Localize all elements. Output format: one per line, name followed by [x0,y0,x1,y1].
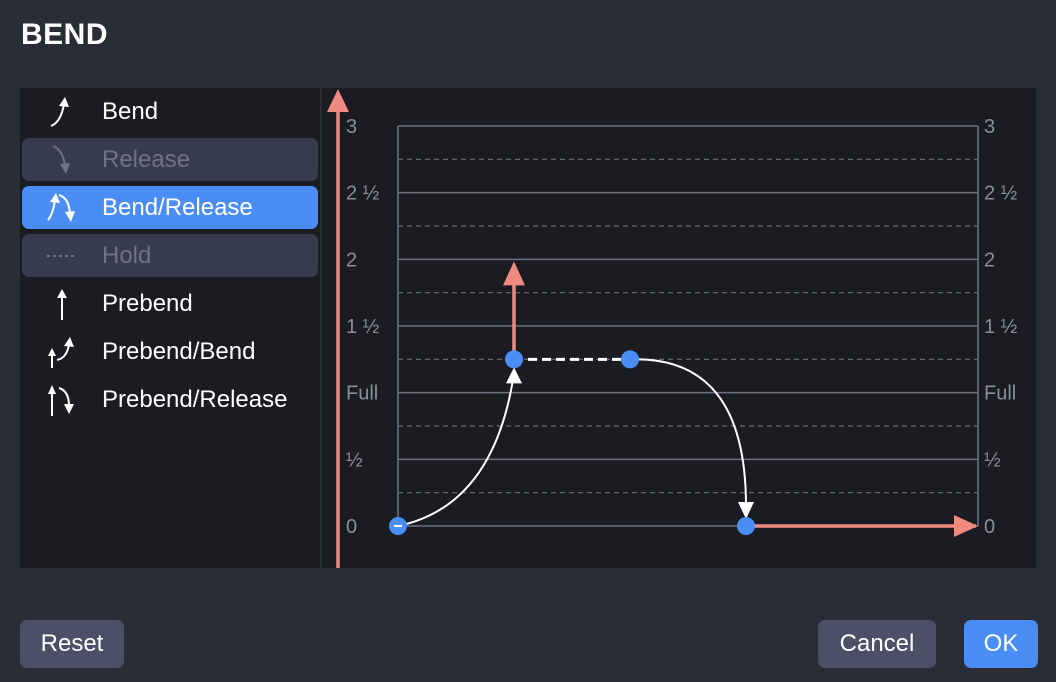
prebend-icon [22,282,102,325]
bend-type-hold[interactable]: Hold [22,234,318,277]
bend-type-prebend-bend[interactable]: Prebend/Bend [22,330,318,373]
bend-point[interactable] [505,350,523,369]
hold-icon [22,234,102,277]
y-tick-label-right: 2 [984,249,995,271]
release-icon [22,138,102,181]
y-tick-label-right: ½ [984,449,1001,471]
reset-button[interactable]: Reset [20,620,124,668]
dialog-title: BEND [21,18,109,51]
bend-point[interactable] [621,350,639,369]
bend-type-label: Bend/Release [102,193,253,221]
prebend-release-icon [22,378,102,421]
time-axis-arrowhead [954,515,978,537]
y-tick-label-right: 1 ½ [984,316,1018,338]
bend-up-arrowhead [503,261,525,286]
y-tick-label-left: 3 [346,116,357,138]
cancel-button[interactable]: Cancel [818,620,936,668]
pitch-axis-arrowhead [327,89,349,112]
bend-type-label: Release [102,145,191,173]
bend-type-prebend[interactable]: Prebend [22,282,318,325]
y-tick-label-left: 0 [346,516,357,538]
y-tick-label-right: Full [984,383,1016,405]
y-tick-label-left: 2 [346,249,357,271]
bend-type-list: Bend Release Bend/Release Hold Prebend P… [20,88,320,568]
ok-button[interactable]: OK [964,620,1038,668]
bend-graph-canvas[interactable]: 0 0 ½ ½ Full Full 1 ½ 1 ½ 2 2 2 ½ 2 ½ 3 3 [322,88,1036,568]
release-curve [629,358,747,507]
release-curve-arrowhead [738,502,754,519]
bend-release-icon [22,186,102,229]
bend-point[interactable] [737,517,755,535]
prebend-bend-icon [22,330,102,373]
bend-curve-arrowhead [506,367,522,384]
bend-curve [397,373,515,527]
bend-type-label: Prebend/Bend [102,337,256,365]
y-tick-label-left: Full [346,383,378,405]
bend-graph[interactable]: 0 0 ½ ½ Full Full 1 ½ 1 ½ 2 2 2 ½ 2 ½ 3 3 [322,88,1036,568]
y-tick-label-right: 3 [984,116,995,138]
bend-type-release[interactable]: Release [22,138,318,181]
y-tick-label-right: 0 [984,516,995,538]
bend-type-label: Hold [102,241,152,269]
bend-type-label: Bend [102,97,159,125]
bend-type-bend[interactable]: Bend [22,90,318,133]
bend-icon [22,90,102,133]
bend-type-label: Prebend/Release [102,385,288,413]
bend-type-prebend-release[interactable]: Prebend/Release [22,378,318,421]
y-tick-label-right: 2 ½ [984,183,1018,205]
y-tick-label-left: 2 ½ [346,183,380,205]
bend-type-bend-release[interactable]: Bend/Release [22,186,318,229]
y-tick-label-left: ½ [346,449,363,471]
y-tick-label-left: 1 ½ [346,316,380,338]
bend-type-label: Prebend [102,289,193,317]
